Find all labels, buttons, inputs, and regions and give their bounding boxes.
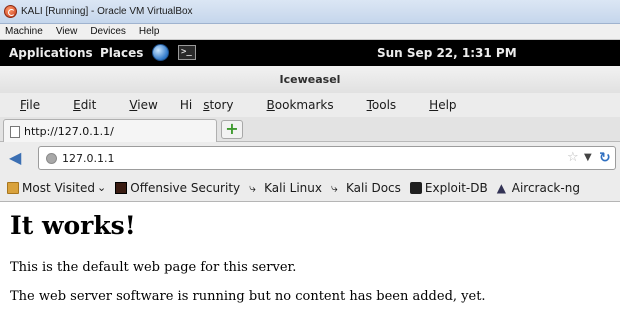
page-icon <box>10 126 20 138</box>
tab-strip: http://127.0.1.1/ + <box>0 117 620 143</box>
kali-dragon-icon: ⤷ <box>330 180 338 195</box>
menu-file[interactable]: File <box>9 98 51 112</box>
exploit-db-icon <box>409 181 422 194</box>
browser-menubar: File Edit View Hi story Bookmarks Tools H… <box>0 93 620 117</box>
bookmark-exploit-db[interactable]: Exploit-DB <box>409 181 488 195</box>
url-bar[interactable]: 127.0.1.1 ☆ ▼ ↻ <box>38 146 616 170</box>
page-heading: It works! <box>10 211 136 240</box>
vb-menu-devices[interactable]: Devices <box>90 26 126 37</box>
new-tab-button[interactable]: + <box>221 120 243 139</box>
browser-title-text: Iceweasel <box>279 73 341 86</box>
tab-title: http://127.0.1.1/ <box>24 125 114 138</box>
bookmark-kali-docs[interactable]: ⤷ Kali Docs <box>331 181 401 195</box>
desktop-top-panel: Applications Places >_ Sun Sep 22, 1:31 … <box>0 40 620 66</box>
menu-tools[interactable]: Tools <box>356 98 408 112</box>
terminal-launcher-icon[interactable]: >_ <box>178 45 196 60</box>
menu-edit[interactable]: Edit <box>62 98 107 112</box>
folder-icon <box>7 181 19 194</box>
menu-view[interactable]: View <box>118 98 168 112</box>
virtualbox-title-bar: KALI [Running] - Oracle VM VirtualBox <box>0 0 620 24</box>
bookmark-star-icon[interactable]: ☆ <box>567 150 579 165</box>
vb-menu-view[interactable]: View <box>56 26 78 37</box>
panel-clock[interactable]: Sun Sep 22, 1:31 PM <box>377 46 517 60</box>
page-content: It works! This is the default web page f… <box>0 203 620 316</box>
virtualbox-app-icon <box>4 5 17 18</box>
vb-menu-help[interactable]: Help <box>139 26 160 37</box>
aircrack-icon: ▲ <box>496 180 506 195</box>
reload-icon[interactable]: ↻ <box>599 150 611 166</box>
virtualbox-window-title: KALI [Running] - Oracle VM VirtualBox <box>21 6 193 17</box>
menu-history[interactable]: Hi story <box>180 98 245 112</box>
offensive-security-icon <box>115 181 128 194</box>
navigation-toolbar: ◀ 127.0.1.1 ☆ ▼ ↻ <box>0 142 620 174</box>
kali-dragon-icon: ⤷ <box>249 180 256 195</box>
url-text[interactable]: 127.0.1.1 <box>62 152 114 165</box>
browser-window-title: Iceweasel <box>0 66 620 93</box>
page-paragraph-2: The web server software is running but n… <box>10 289 486 304</box>
page-paragraph-1: This is the default web page for this se… <box>10 260 297 275</box>
menu-bookmarks[interactable]: Bookmarks <box>256 98 345 112</box>
tab-active[interactable]: http://127.0.1.1/ <box>3 119 217 143</box>
virtualbox-menubar: Machine View Devices Help <box>0 24 620 40</box>
web-browser-launcher-icon[interactable] <box>152 44 169 61</box>
url-dropdown-icon[interactable]: ▼ <box>584 152 592 163</box>
menu-help[interactable]: Help <box>418 98 467 112</box>
vb-menu-machine[interactable]: Machine <box>5 26 43 37</box>
chevron-down-icon: ⌄ <box>97 181 107 194</box>
applications-menu[interactable]: Applications <box>9 46 93 60</box>
bookmark-offensive-security[interactable]: Offensive Security <box>115 181 240 195</box>
bookmarks-toolbar: Most Visited ⌄ Offensive Security ⤷ Kali… <box>0 174 620 202</box>
bookmark-aircrack-ng[interactable]: ▲ Aircrack-ng <box>497 181 580 195</box>
site-identity-icon[interactable] <box>46 153 57 164</box>
bookmark-most-visited[interactable]: Most Visited ⌄ <box>7 181 106 195</box>
bookmark-kali-linux[interactable]: ⤷ Kali Linux <box>249 181 322 195</box>
back-arrow-icon[interactable]: ◀ <box>9 150 27 166</box>
places-menu[interactable]: Places <box>100 46 143 60</box>
